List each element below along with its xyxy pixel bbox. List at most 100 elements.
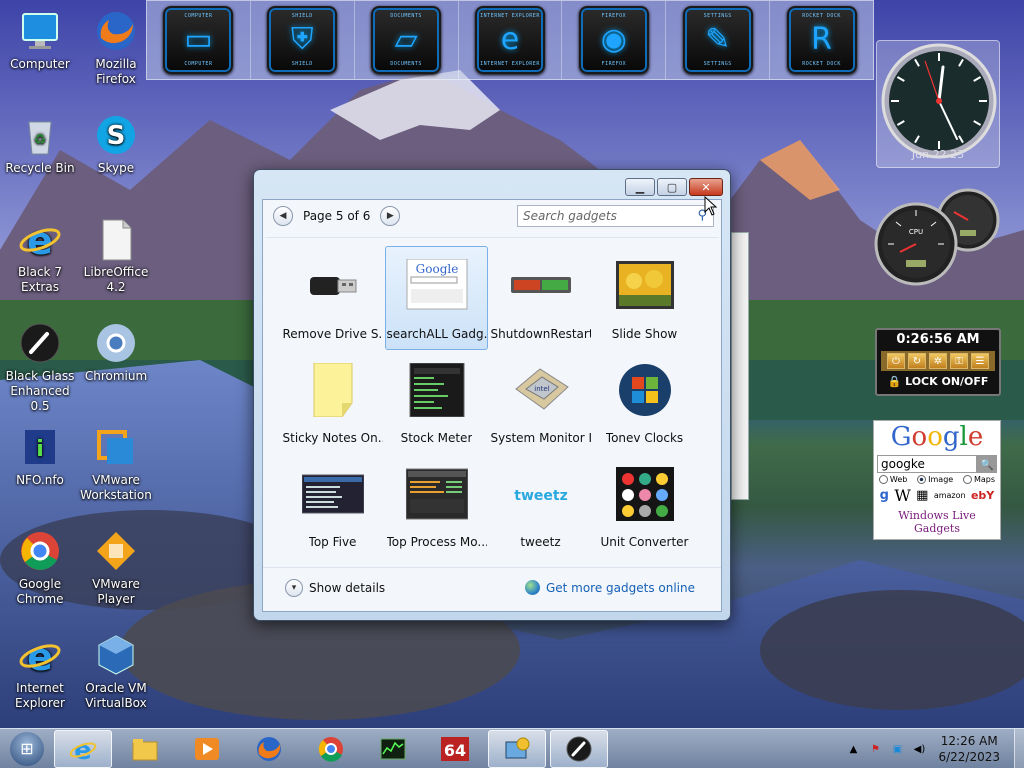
show-hidden-icons-icon[interactable]: ▲	[846, 742, 860, 756]
gadget-item[interactable]: intel System Monitor II	[489, 350, 592, 454]
top-process-monitor-icon	[405, 467, 468, 521]
show-desktop-button[interactable]	[1014, 729, 1024, 768]
option-image[interactable]: Image	[917, 475, 953, 484]
windows-live-gadgets-link[interactable]: Windows Live Gadgets	[874, 509, 1000, 535]
previous-page-button[interactable]: ◀	[273, 206, 293, 226]
taskbar-explorer[interactable]	[116, 730, 174, 768]
dock-item-firefox[interactable]: FIREFOX ◉ FIREFOX	[562, 1, 667, 79]
option-maps[interactable]: Maps	[963, 475, 995, 484]
cpu-meter-gadget[interactable]: CPU	[874, 188, 1004, 288]
taskbar-64[interactable]: 64	[426, 730, 484, 768]
dock-caption: COMPUTER	[184, 13, 213, 19]
desktop-icon-chromium[interactable]: Chromium	[76, 320, 156, 384]
taskbar-ie[interactable]: e	[54, 729, 112, 768]
dock-caption: DOCUMENTS	[390, 61, 422, 67]
minimize-button[interactable]: ▁	[625, 178, 655, 196]
chevron-down-icon: ▾	[285, 579, 303, 597]
desktop-icon-vmware-player[interactable]: VMware Player	[76, 528, 156, 607]
option-web[interactable]: Web	[878, 475, 908, 484]
desktop-icon-black-7-extras[interactable]: e Black 7 Extras	[0, 216, 80, 295]
background-window-edge[interactable]	[731, 232, 749, 500]
desktop-icon-skype[interactable]: S Skype	[76, 112, 156, 176]
lock-gadget-time: 0:26:56 AM	[896, 332, 980, 347]
rocket-dock: COMPUTER ▭ COMPUTER SHIELD ⛨ SHIELD DOCU…	[146, 0, 874, 80]
google-source-icon[interactable]: g	[880, 488, 889, 503]
gadgets-footer: ▾ Show details Get more gadgets online	[263, 567, 721, 611]
taskbar: ⊞ e 64 ▲ ⚑ ▣ ◀) 12:26 AM 6/22/2023	[0, 728, 1024, 768]
restart-icon[interactable]: ↻	[908, 353, 926, 369]
google-search-button[interactable]: 🔍	[977, 455, 997, 473]
gadget-item[interactable]: tweetz tweetz	[489, 454, 592, 558]
desktop-icon-chrome[interactable]: Google Chrome	[0, 528, 80, 607]
gadget-item[interactable]: Top Process Mo...	[385, 454, 488, 558]
gadget-item[interactable]: Slide Show	[593, 246, 696, 350]
close-button[interactable]: ✕	[689, 178, 723, 196]
volume-icon[interactable]: ◀)	[912, 742, 926, 756]
amazon-source-icon[interactable]: amazon	[934, 491, 966, 500]
search-gadgets-input[interactable]: Search gadgets ⚲	[517, 205, 714, 227]
dock-item-shield[interactable]: SHIELD ⛨ SHIELD	[251, 1, 355, 79]
taskbar-clock[interactable]: 12:26 AM 6/22/2023	[938, 733, 1000, 765]
power-icon[interactable]: ⏻	[887, 353, 905, 369]
star-icon[interactable]: ✲	[929, 353, 947, 369]
gadget-name: Top Five	[308, 535, 357, 549]
radio	[917, 475, 927, 484]
dock-item-computer[interactable]: COMPUTER ▭ COMPUTER	[147, 1, 251, 79]
gadget-item[interactable]: Top Five	[281, 454, 384, 558]
get-more-gadgets-link[interactable]: Get more gadgets online	[524, 580, 695, 595]
dock-caption: SHIELD	[291, 13, 313, 19]
desktop-icon-black-glass[interactable]: Black Glass Enhanced 0.5	[0, 320, 80, 414]
vmware-workstation-icon	[93, 424, 139, 470]
desktop-icon-libreoffice[interactable]: LibreOffice 4.2	[76, 216, 156, 295]
dock-item-settings[interactable]: SETTINGS ✎ SETTINGS	[666, 1, 771, 79]
desktop-icon-firefox[interactable]: Mozilla Firefox	[76, 8, 156, 87]
dock-button: ROCKET DOCK R ROCKET DOCK	[786, 6, 857, 74]
lock-label: LOCK ON/OFF	[905, 375, 989, 388]
gadget-item[interactable]: Tonev Clocks	[593, 350, 696, 454]
desktop-icon-virtualbox[interactable]: Oracle VM VirtualBox	[76, 632, 156, 711]
taskbar-chrome[interactable]	[302, 730, 360, 768]
taskbar-firefox[interactable]	[240, 730, 298, 768]
clock-gadget[interactable]: Jun 22 23	[876, 40, 1000, 168]
dock-caption: SETTINGS	[703, 61, 732, 67]
taskbar-monitor[interactable]	[364, 730, 422, 768]
gadget-item[interactable]: Google searchALL Gadg...	[385, 246, 488, 350]
skype-icon: S	[93, 112, 139, 158]
taskbar-gadgets[interactable]	[488, 729, 546, 768]
desktop-icon-recycle-bin[interactable]: ♻ Recycle Bin	[0, 112, 80, 176]
google-logo: Google	[890, 422, 984, 452]
gadget-item[interactable]: Unit Converter	[593, 454, 696, 558]
desktop-icon-vmware-workstation[interactable]: VMware Workstation	[76, 424, 156, 503]
network-icon[interactable]: ▣	[890, 742, 904, 756]
flag-icon[interactable]: ⚑	[868, 742, 882, 756]
wikipedia-source-icon[interactable]: W	[894, 486, 910, 505]
gadget-item[interactable]: Sticky Notes On...	[281, 350, 384, 454]
gadget-item[interactable]: ShutdownRestart	[489, 246, 592, 350]
gadget-item[interactable]: Stock Meter	[385, 350, 488, 454]
images-source-icon[interactable]: ▦	[916, 488, 928, 503]
gadget-item[interactable]: Remove Drive S...	[281, 246, 384, 350]
gadget-grid: Remove Drive S... Google searchALL Gadg.…	[281, 246, 701, 558]
maximize-button[interactable]: ▢	[657, 178, 687, 196]
ie-icon: e	[69, 736, 97, 764]
start-button[interactable]: ⊞	[0, 729, 54, 768]
gadgets-window: ▁ ▢ ✕ ◀ Page 5 of 6 ▶ Search gadgets ⚲ R…	[253, 169, 731, 621]
desktop-icon-internet-explorer[interactable]: e Internet Explorer	[0, 632, 80, 711]
dock-item-documents[interactable]: DOCUMENTS ▱ DOCUMENTS	[355, 1, 459, 79]
next-page-button[interactable]: ▶	[380, 206, 401, 226]
show-details-toggle[interactable]: ▾ Show details	[285, 579, 385, 597]
dock-item-rocket-dock[interactable]: ROCKET DOCK R ROCKET DOCK	[770, 1, 873, 79]
dock-caption: INTERNET EXPLORER	[480, 13, 540, 19]
google-search-input[interactable]: googke	[877, 455, 977, 473]
key-icon[interactable]: ⚿	[950, 353, 968, 369]
clock-time: 12:26 AM	[940, 734, 998, 748]
switch-icon[interactable]: ☰	[971, 353, 989, 369]
taskbar-media-player[interactable]	[178, 730, 236, 768]
lock-toggle[interactable]: 🔒 LOCK ON/OFF	[877, 375, 999, 388]
desktop-icon-computer[interactable]: Computer	[0, 8, 80, 72]
option-label: Web	[889, 475, 908, 484]
taskbar-black-glass[interactable]	[550, 729, 608, 768]
desktop-icon-nfo[interactable]: i NFO.nfo	[0, 424, 80, 488]
ebay-source-icon[interactable]: ebY	[971, 489, 994, 502]
dock-item-internet-explorer[interactable]: INTERNET EXPLORER e INTERNET EXPLORER	[459, 1, 563, 79]
